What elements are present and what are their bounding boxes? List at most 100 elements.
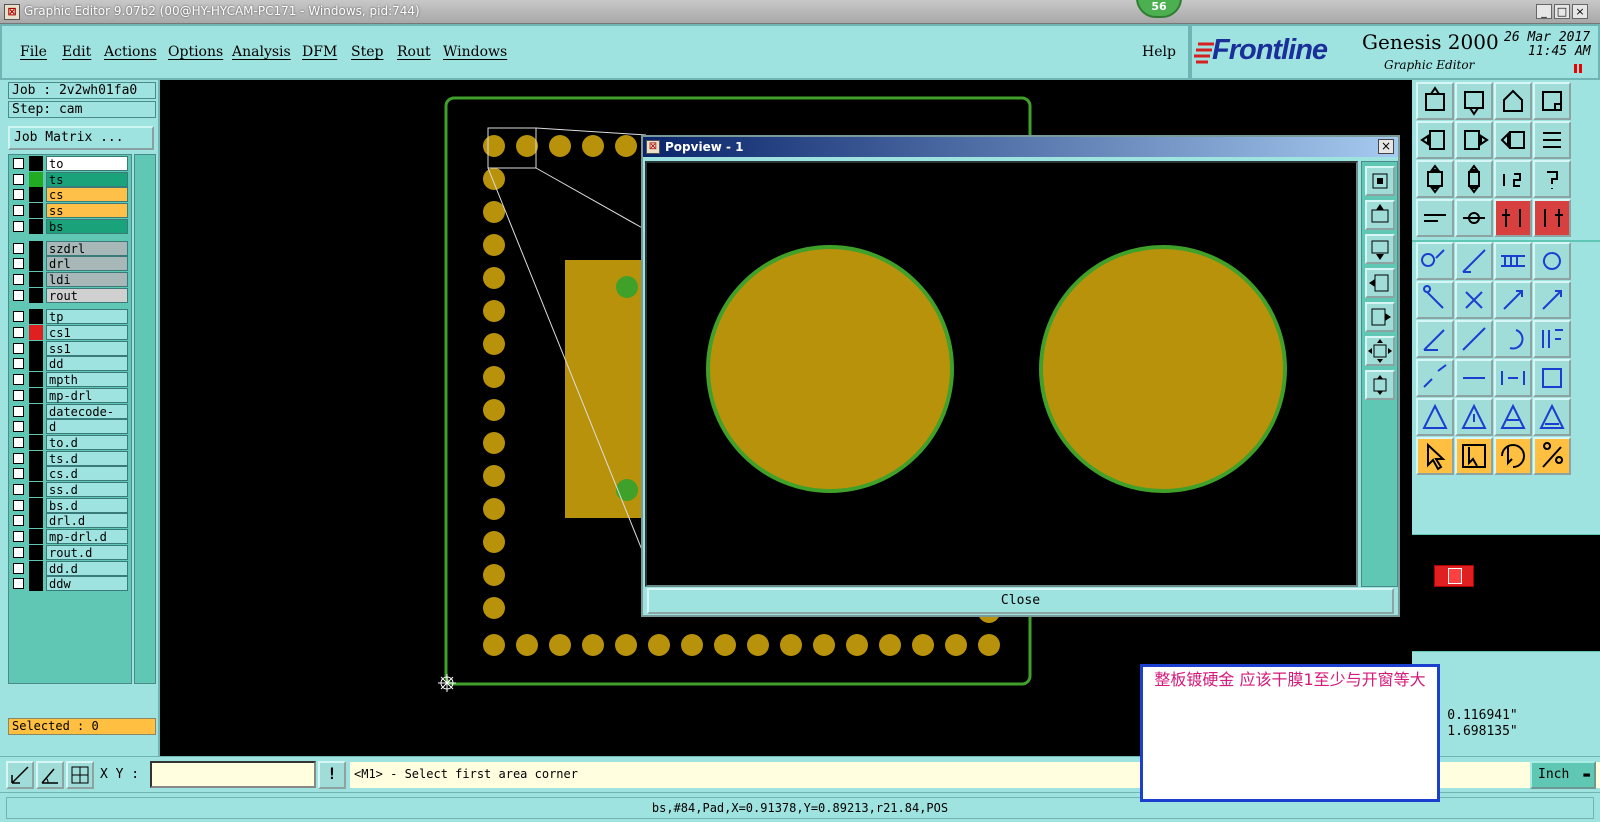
popview-pan-right-icon[interactable] [1365, 302, 1395, 332]
layer-name[interactable]: to [46, 156, 128, 171]
select-box-icon[interactable] [1416, 359, 1454, 397]
layer-color-swatch[interactable] [29, 450, 43, 466]
redraw-icon[interactable] [1533, 121, 1571, 159]
layer-name[interactable]: szdrl [46, 240, 128, 256]
maximize-button[interactable]: □ [1554, 4, 1570, 19]
snap-icon[interactable] [1416, 199, 1454, 237]
triangle-c-icon[interactable] [1533, 398, 1571, 436]
layer-color-swatch[interactable] [29, 340, 43, 356]
layer-color-swatch[interactable] [29, 240, 43, 256]
layer-color-swatch[interactable] [29, 403, 43, 419]
layer-name[interactable]: ddw [46, 576, 128, 592]
layer-checkbox[interactable] [13, 499, 24, 511]
layer-name[interactable]: ts [46, 171, 128, 187]
layer-name[interactable]: d [46, 419, 128, 435]
menu-rout[interactable]: Rout [397, 44, 431, 60]
popview-close-x-button[interactable]: × [1378, 139, 1394, 154]
layer-name[interactable]: ldi [46, 271, 128, 287]
menu-help[interactable]: Help [1142, 44, 1176, 60]
menu-file[interactable]: File [20, 44, 47, 60]
cut-icon[interactable] [1455, 359, 1493, 397]
zoom-left-icon[interactable] [1416, 121, 1454, 159]
move-icon[interactable] [1494, 281, 1532, 319]
layer-row-ts-d[interactable]: ts.d [10, 450, 128, 466]
add-pad-icon[interactable] [1416, 242, 1454, 280]
layer-checkbox[interactable] [13, 484, 24, 495]
cross-icon[interactable] [1455, 281, 1493, 319]
layer-row-dd-d[interactable]: dd.d [10, 560, 128, 576]
layer-color-swatch[interactable] [29, 544, 43, 560]
layer-name[interactable]: bs.d [46, 497, 128, 513]
pan-icon[interactable] [1416, 160, 1454, 198]
layer-color-swatch[interactable] [29, 560, 43, 576]
layer-color-swatch[interactable] [29, 497, 43, 513]
layer-color-swatch[interactable] [29, 309, 43, 325]
overview-map[interactable] [1412, 534, 1600, 652]
grid-mode-icon[interactable] [66, 761, 94, 789]
layer-name[interactable]: datecode-bs [46, 403, 128, 433]
connect-icon[interactable] [1416, 281, 1454, 319]
layer-checkbox[interactable] [13, 358, 24, 370]
layer-color-swatch[interactable] [29, 256, 43, 272]
layer-row-datecode-bs[interactable]: datecode-bs [10, 403, 128, 433]
menu-windows[interactable]: Windows [443, 44, 507, 60]
layer-name[interactable]: drl.d [46, 513, 128, 529]
layer-name[interactable]: cs1 [46, 325, 128, 340]
layer-checkbox[interactable] [13, 242, 24, 254]
pointer-rotate-icon[interactable] [1494, 437, 1532, 475]
triangle-icon[interactable] [1416, 398, 1454, 436]
fit-vertical-icon[interactable] [1455, 160, 1493, 198]
zoom-right-icon[interactable] [1455, 121, 1493, 159]
layer-checkbox[interactable] [13, 562, 24, 574]
pad-icon[interactable] [1533, 242, 1571, 280]
layer-row-d[interactable]: d [10, 419, 128, 435]
layer-name[interactable]: drl [46, 256, 128, 272]
scale-1-2-icon[interactable] [1494, 160, 1532, 198]
layer-name[interactable]: dd.d [46, 560, 128, 576]
line-angle-icon[interactable] [1416, 320, 1454, 358]
layer-name[interactable]: bs [46, 218, 128, 234]
zoom-window-icon[interactable] [1533, 82, 1571, 120]
popview-canvas[interactable] [645, 161, 1358, 587]
layer-row-mp-drl[interactable]: mp-drl [10, 387, 128, 403]
layer-row-mpth[interactable]: mpth [10, 372, 128, 388]
menu-dfm[interactable]: DFM [302, 44, 337, 60]
line-icon[interactable] [1455, 320, 1493, 358]
pointer-icon[interactable] [1416, 437, 1454, 475]
layer-row-drl[interactable]: drl [10, 256, 128, 272]
popview-close-button[interactable]: Close [647, 588, 1394, 614]
layer-name[interactable]: ss [46, 203, 128, 219]
triangle-a-icon[interactable] [1455, 398, 1493, 436]
snap-mode-icon[interactable] [6, 761, 34, 789]
layer-checkbox[interactable] [13, 173, 24, 185]
add-line-icon[interactable] [1455, 242, 1493, 280]
layer-color-swatch[interactable] [29, 419, 43, 435]
layer-checkbox[interactable] [13, 289, 24, 301]
layer-checkbox[interactable] [13, 311, 24, 323]
layer-checkbox[interactable] [13, 374, 24, 386]
layer-checkbox[interactable] [13, 342, 24, 354]
mirror-icon[interactable] [1533, 320, 1571, 358]
layer-row-tp[interactable]: tp [10, 309, 128, 325]
popview-pan-up-icon[interactable] [1365, 200, 1395, 230]
layer-color-swatch[interactable] [29, 576, 43, 592]
layer-name[interactable]: to.d [46, 434, 128, 450]
layer-row-ddw[interactable]: ddw [10, 576, 128, 592]
layer-name[interactable]: dd [46, 356, 128, 372]
layer-checkbox[interactable] [13, 220, 24, 232]
layer-row-to[interactable]: to [10, 156, 128, 171]
layer-checkbox[interactable] [13, 452, 24, 464]
popview-zoom-icon[interactable] [1365, 166, 1395, 196]
layer-name[interactable]: rout [46, 287, 128, 303]
layer-color-swatch[interactable] [29, 466, 43, 482]
layer-color-swatch[interactable] [29, 171, 43, 187]
layer-name[interactable]: ss.d [46, 482, 128, 497]
layer-row-cs-d[interactable]: cs.d [10, 466, 128, 482]
layer-row-ts[interactable]: ts [10, 171, 128, 187]
layer-checkbox[interactable] [13, 531, 24, 543]
layer-name[interactable]: ts.d [46, 450, 128, 466]
layer-checkbox[interactable] [13, 189, 24, 201]
layer-color-swatch[interactable] [29, 218, 43, 234]
menu-options[interactable]: Options [168, 44, 223, 60]
layer-list-scrollbar[interactable] [134, 154, 156, 684]
